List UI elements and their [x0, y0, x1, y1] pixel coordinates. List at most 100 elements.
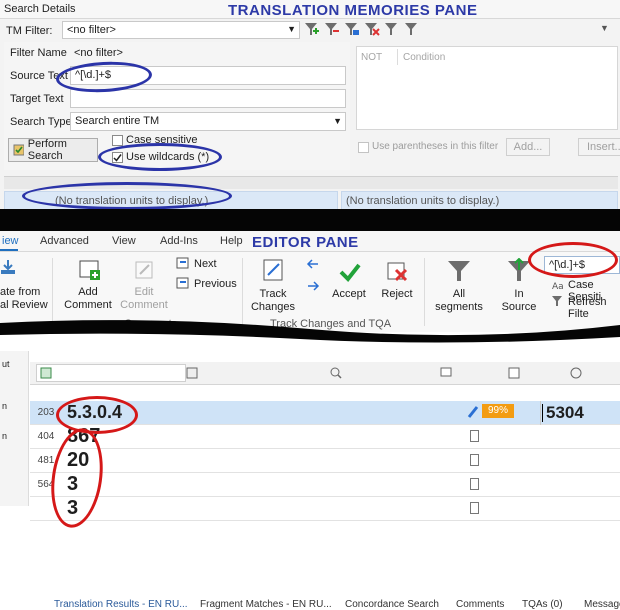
nav-letter: n	[2, 401, 8, 411]
tab-advanced[interactable]: Advanced	[40, 235, 89, 247]
previous-comment-button[interactable]: Previous	[194, 278, 237, 290]
tqa-icon	[508, 367, 520, 379]
tm-filter-select[interactable]: <no filter> ▼	[62, 21, 300, 39]
filter-name-label: Filter Name	[10, 47, 67, 59]
tm-filter-label: TM Filter:	[6, 25, 53, 37]
insert-condition-button[interactable]: Insert...	[578, 138, 620, 156]
target-segment[interactable]: 5304	[546, 403, 584, 423]
insert-condition-label: Insert...	[587, 141, 620, 153]
edit-comment-line2: Comment	[120, 299, 168, 311]
search-icon	[13, 144, 24, 156]
add-comment-icon	[79, 260, 100, 280]
track-changes-line2: Changes	[250, 301, 296, 313]
track-changes-button[interactable]: Track Changes	[246, 288, 300, 314]
ribbon-divider	[424, 258, 425, 326]
annotation-ellipse-segment	[56, 396, 138, 434]
fragment-matches-tab[interactable]: Fragment Matches - EN RU...	[200, 599, 332, 610]
in-source-line1: In	[514, 288, 524, 300]
not-column-header: NOT	[361, 52, 383, 63]
edit-comment-line1: Edit	[134, 286, 154, 298]
edit-comment-icon	[135, 261, 153, 279]
add-comment-button[interactable]: Add Comment	[60, 286, 116, 312]
reject-button[interactable]: Reject	[374, 288, 420, 301]
reject-icon	[387, 262, 408, 282]
search-details-label: Search Details	[4, 3, 76, 15]
add-condition-button[interactable]: Add...	[506, 138, 550, 156]
match-percent: 99%	[487, 405, 508, 416]
in-source-line2: Source	[501, 301, 537, 313]
table-row[interactable]: 481 20	[30, 449, 620, 473]
search-type-select[interactable]: Search entire TM ▼	[70, 112, 346, 131]
fragment-matches-icon	[186, 367, 198, 379]
update-from-review-button[interactable]: ate from al Review	[0, 286, 48, 312]
document-icon	[470, 478, 479, 490]
messages-tab[interactable]: Message	[584, 599, 620, 610]
next-comment-button[interactable]: Next	[194, 258, 217, 270]
search-type-label: Search Type	[10, 116, 72, 128]
update-line2: al Review	[0, 299, 48, 311]
tm-filter-value: <no filter>	[67, 24, 116, 36]
accept-label: Accept	[332, 288, 366, 300]
accept-button[interactable]: Accept	[326, 288, 372, 301]
prev-change-icon	[306, 259, 318, 269]
tab-add-ins[interactable]: Add-Ins	[160, 235, 198, 247]
all-segments-line2: segments	[435, 301, 483, 313]
case-sensitive-checkbox[interactable]	[112, 135, 123, 146]
tab-translation-results[interactable]	[36, 364, 186, 382]
next-change-icon	[308, 281, 320, 291]
concordance-icon	[330, 367, 342, 379]
perform-search-button[interactable]: Perform Search	[8, 138, 98, 162]
editor-pane-title: EDITOR PANE	[252, 234, 359, 251]
track-changes-icon	[263, 259, 283, 281]
segment-number: 404	[37, 431, 55, 442]
header-divider	[397, 49, 398, 65]
source-target-divider	[540, 401, 541, 425]
tqas-tab[interactable]: TQAs (0)	[522, 599, 563, 610]
update-line1: ate from	[0, 286, 41, 298]
document-icon	[470, 502, 479, 514]
tm-pane-title: TRANSLATION MEMORIES PANE	[228, 2, 478, 19]
annotation-ellipse-filter	[528, 242, 618, 278]
translation-results-icon	[40, 367, 52, 379]
download-icon	[1, 260, 15, 274]
table-row[interactable]: 564 3	[30, 473, 620, 497]
table-row[interactable]: 3	[30, 497, 620, 521]
annotation-ellipse-results	[22, 182, 232, 210]
use-parentheses-checkbox[interactable]	[358, 142, 369, 153]
target-text-label: Target Text	[10, 93, 64, 105]
condition-table: NOT Condition	[356, 46, 618, 130]
all-segments-line1: All	[452, 288, 466, 300]
reject-label: Reject	[381, 288, 413, 300]
nav-letter: n	[2, 431, 8, 441]
filter-toolbar	[303, 20, 443, 38]
in-source-button[interactable]: In Source	[494, 288, 544, 314]
search-type-value: Search entire TM	[75, 115, 160, 127]
annotation-ellipse-wildcards	[98, 143, 222, 171]
torn-divider	[0, 209, 620, 231]
comments-icon	[440, 367, 452, 377]
comments-tab[interactable]: Comments	[456, 599, 504, 610]
svg-text:Aa: Aa	[552, 282, 564, 291]
tab-help[interactable]: Help	[220, 235, 243, 247]
messages-icon	[570, 367, 582, 379]
concordance-search-tab[interactable]: Concordance Search	[345, 599, 439, 610]
chevron-down-icon: ▼	[333, 116, 342, 126]
target-text-input[interactable]	[70, 89, 346, 108]
text-cursor	[542, 404, 543, 422]
tab-review[interactable]: iew	[2, 235, 19, 247]
wavy-divider	[0, 320, 620, 343]
edit-comment-button[interactable]: Edit Comment	[116, 286, 172, 312]
refresh-filter-icon	[552, 296, 562, 306]
ribbon-divider	[242, 258, 243, 326]
filter-icons	[305, 23, 417, 36]
chevron-down-icon[interactable]: ▼	[600, 23, 609, 33]
previous-comment-icon	[176, 277, 189, 289]
all-segments-button[interactable]: All segments	[430, 288, 488, 314]
tab-view[interactable]: View	[112, 235, 136, 247]
perform-search-label: Perform Search	[27, 138, 67, 162]
add-comment-line2: Comment	[64, 299, 112, 311]
navigation-strip: ut n n	[0, 351, 29, 506]
no-units-right: (No translation units to display.)	[346, 195, 500, 207]
add-condition-label: Add...	[513, 141, 543, 153]
track-changes-line1: Track	[259, 288, 287, 300]
